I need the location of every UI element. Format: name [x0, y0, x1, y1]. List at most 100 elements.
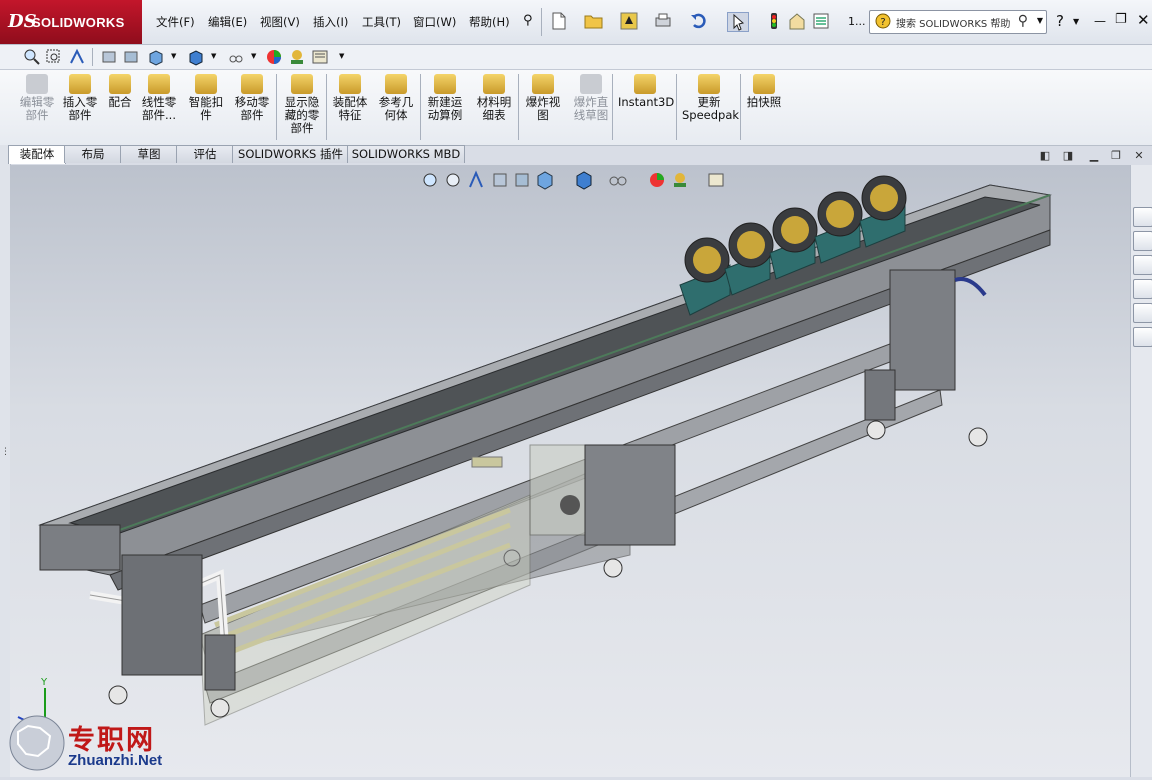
command-button-4[interactable]: 智能扣 件 [187, 74, 225, 122]
edit-appearance-icon[interactable] [265, 48, 283, 66]
command-button-label: 装配体 特征 [332, 95, 368, 122]
command-button-7[interactable]: 装配体 特征 [330, 74, 370, 122]
command-button-13[interactable]: Instant3D [618, 74, 675, 109]
watermark-globe-logo [9, 715, 65, 771]
chevron-down-icon[interactable]: ▼ [171, 52, 176, 60]
menu-tools[interactable]: 工具(T) [362, 14, 401, 30]
tab-2[interactable]: 草图 [120, 145, 178, 163]
heads-up-view-toolbar[interactable] [423, 170, 724, 190]
explode-line-icon [580, 74, 602, 94]
menu-file[interactable]: 文件(F) [156, 14, 195, 30]
command-button-3[interactable]: 线性零 部件... [138, 74, 180, 122]
separator [740, 74, 741, 140]
chevron-down-icon[interactable]: ▼ [211, 52, 216, 60]
dynamic-annotation-icon[interactable] [122, 48, 140, 66]
command-button-label: 爆炸直 线草图 [573, 95, 609, 122]
minimize-app-icon[interactable]: — [1094, 14, 1106, 28]
command-button-0[interactable]: 编辑零 部件 [18, 74, 56, 122]
new-document-icon[interactable] [549, 12, 569, 30]
linear-pattern-icon [148, 74, 170, 94]
separator [676, 74, 677, 140]
display-style-icon [576, 171, 592, 190]
tile-left-icon[interactable]: ◧ [1039, 150, 1051, 162]
search-help-input[interactable]: ? 搜索 SOLIDWORKS 帮助 ⚲ ▼ [869, 10, 1047, 34]
search-icon[interactable]: ⚲ [1018, 13, 1028, 29]
command-button-15[interactable]: 拍快照 [744, 74, 784, 109]
command-button-8[interactable]: 参考几 何体 [376, 74, 416, 122]
tab-0[interactable]: 装配体 [8, 145, 66, 164]
exploded-view-icon [532, 74, 554, 94]
menu-help[interactable]: 帮助(H) [469, 14, 510, 30]
assembly-model[interactable]: Y [10, 165, 1130, 777]
command-button-11[interactable]: 爆炸视 图 [523, 74, 563, 122]
mate-icon [109, 74, 131, 94]
apply-scene-icon[interactable] [288, 48, 306, 66]
chevron-down-icon[interactable]: ▼ [1037, 16, 1043, 25]
close-app-icon[interactable]: ✕ [1137, 11, 1150, 29]
custom-properties-icon[interactable] [1133, 327, 1152, 347]
restore-app-icon[interactable]: ❐ [1115, 12, 1127, 27]
section-view-icon[interactable] [100, 48, 118, 66]
command-button-1[interactable]: 插入零 部件 [60, 74, 100, 122]
expand-panel-icon[interactable]: ⋮ [1, 447, 10, 457]
menu-insert[interactable]: 插入(I) [313, 14, 348, 30]
menu-view[interactable]: 视图(V) [260, 14, 300, 30]
command-button-label: 编辑零 部件 [19, 95, 55, 122]
reference-geometry-icon [385, 74, 407, 94]
view-palette-icon[interactable] [1133, 279, 1152, 299]
rebuild-traffic-light-icon[interactable] [764, 12, 784, 30]
hide-show-items-icon[interactable] [227, 48, 245, 66]
help-dropdown-icon[interactable]: ▼ [1073, 17, 1079, 26]
pin-icon[interactable]: ⚲ [523, 13, 533, 28]
command-button-6[interactable]: 显示隐 藏的零 部件 [282, 74, 322, 135]
graphics-viewport[interactable]: Y [10, 165, 1130, 777]
command-button-14[interactable]: 更新 Speedpak [682, 74, 739, 122]
tab-3[interactable]: 评估 [176, 145, 234, 163]
tab-1[interactable]: 布局 [64, 145, 122, 163]
tab-4[interactable]: SOLIDWORKS 插件 [232, 145, 349, 163]
file-properties-icon[interactable] [787, 12, 807, 30]
command-button-5[interactable]: 移动零 部件 [232, 74, 272, 122]
smart-fastener-icon [195, 74, 217, 94]
open-folder-icon[interactable] [584, 12, 604, 30]
display-style-icon[interactable] [187, 48, 205, 66]
command-button-label: 显示隐 藏的零 部件 [284, 95, 320, 135]
previous-view-icon[interactable] [68, 48, 86, 66]
select-pointer-icon[interactable] [727, 12, 749, 32]
file-explorer-icon[interactable] [1133, 255, 1152, 275]
crank-handle[interactable] [954, 277, 987, 297]
home-icon[interactable] [1133, 207, 1152, 227]
zoom-area-icon[interactable] [45, 48, 63, 66]
solidworks-logo[interactable]: DS SOLIDWORKS [0, 0, 142, 44]
undo-icon[interactable] [689, 12, 709, 30]
command-button-label: 移动零 部件 [234, 95, 270, 122]
command-button-10[interactable]: 材料明 细表 [474, 74, 514, 122]
help-search-icon: ? [875, 13, 891, 29]
tile-right-icon[interactable]: ◨ [1062, 150, 1074, 162]
close-doc-icon[interactable]: ✕ [1133, 150, 1145, 162]
help-question-icon[interactable]: ? [1056, 12, 1064, 30]
command-button-2[interactable]: 配合 [106, 74, 134, 109]
view-settings-icon[interactable] [311, 48, 329, 66]
brand-name: SOLIDWORKS [32, 15, 125, 30]
appearances-icon[interactable] [1133, 303, 1152, 323]
recent-count[interactable]: 1... [848, 15, 866, 28]
command-button-9[interactable]: 新建运 动算例 [424, 74, 466, 122]
tab-5[interactable]: SOLIDWORKS MBD [347, 145, 465, 163]
options-list-icon[interactable] [811, 12, 831, 30]
separator [326, 74, 327, 140]
chevron-down-icon[interactable]: ▼ [251, 52, 256, 60]
command-button-label: Instant3D [618, 95, 675, 109]
save-icon[interactable] [619, 12, 639, 30]
minimize-doc-icon[interactable]: ▁ [1088, 150, 1100, 162]
view-orientation-icon[interactable] [147, 48, 165, 66]
design-library-icon[interactable] [1133, 231, 1152, 251]
restore-doc-icon[interactable]: ❐ [1110, 150, 1122, 162]
zoom-to-fit-icon[interactable] [23, 48, 41, 66]
chevron-down-icon[interactable]: ▼ [339, 52, 344, 60]
menu-edit[interactable]: 编辑(E) [208, 14, 247, 30]
command-button-12[interactable]: 爆炸直 线草图 [570, 74, 612, 122]
print-icon[interactable] [653, 12, 673, 30]
menu-window[interactable]: 窗口(W) [413, 14, 456, 30]
assembly-feature-icon [339, 74, 361, 94]
